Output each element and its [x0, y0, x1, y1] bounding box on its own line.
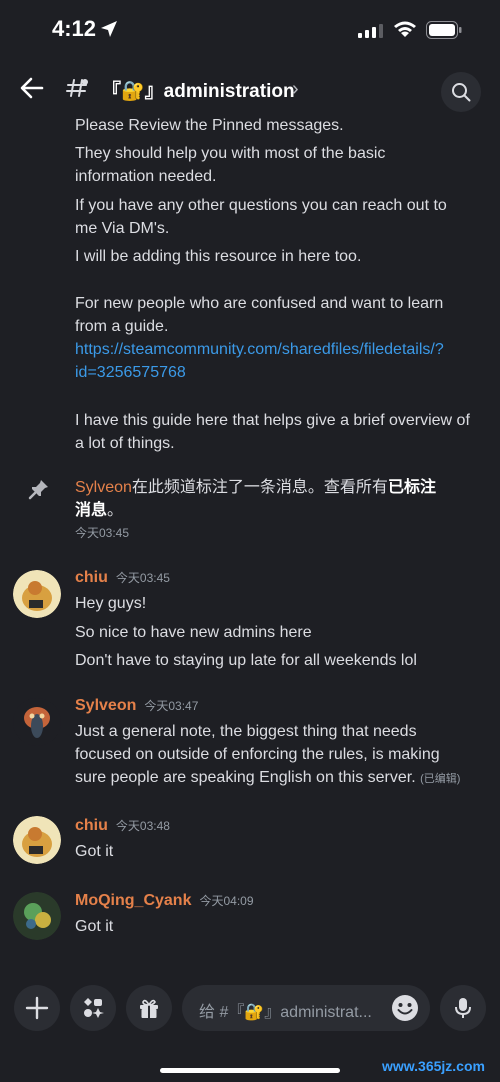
wifi-icon — [394, 21, 416, 37]
message-input[interactable]: 给 #『🔐』administrat... — [182, 985, 430, 1031]
message-line: Please Review the Pinned messages. — [75, 117, 344, 134]
emoji-icon[interactable] — [390, 993, 420, 1023]
avatar[interactable] — [13, 816, 61, 864]
message-line: Hey guys! — [75, 595, 147, 612]
pinned-messages-link[interactable]: 已标注 — [388, 479, 436, 496]
message-line: They should help you with most of the ba… — [75, 145, 386, 162]
avatar[interactable] — [13, 570, 61, 618]
guide-link[interactable]: https://steamcommunity.com/sharedfiles/f… — [75, 338, 490, 361]
message-line: Got it — [75, 918, 114, 935]
message-line: I have this guide here that helps give a… — [75, 412, 470, 429]
message-line: information needed. — [75, 168, 217, 185]
add-attachment-button[interactable] — [14, 985, 60, 1031]
microphone-icon — [455, 998, 471, 1018]
avatar[interactable] — [13, 698, 61, 746]
location-arrow-icon — [101, 21, 117, 37]
message-author[interactable]: chiu 今天03:48 — [75, 817, 170, 835]
edited-label: (已编辑) — [420, 773, 461, 785]
apps-button[interactable] — [70, 985, 116, 1031]
status-bar: 4:12 — [0, 0, 500, 60]
search-button[interactable] — [441, 72, 481, 112]
message-line: For new people who are confused and want… — [75, 295, 444, 312]
message-line: So nice to have new admins here — [75, 624, 312, 641]
back-arrow-icon[interactable] — [18, 74, 46, 102]
avatar[interactable] — [13, 892, 61, 940]
voice-message-button[interactable] — [440, 985, 486, 1031]
watermark: www.365jz.com — [382, 1058, 485, 1074]
message-line: a lot of things. — [75, 435, 175, 452]
channel-hash-icon — [66, 79, 88, 97]
home-indicator — [160, 1068, 340, 1073]
message-line: from a guide. — [75, 318, 169, 335]
pinned-notice: Sylveon在此频道标注了一条消息。查看所有已标注消息。 今天03:45 — [75, 476, 485, 545]
search-icon — [452, 83, 471, 102]
message-time: 今天03:47 — [144, 699, 199, 713]
system-text-end: 。 — [107, 502, 124, 519]
message-time: 今天03:45 — [115, 571, 170, 585]
message-line: Just a general note, the biggest thing t… — [75, 723, 417, 740]
message-line: Don't have to staying up late for all we… — [75, 652, 417, 669]
channel-name[interactable]: 『🔐』administration — [102, 76, 295, 103]
system-username[interactable]: Sylveon — [75, 479, 132, 496]
message-time: 今天04:09 — [199, 894, 254, 908]
apps-icon — [84, 998, 104, 1018]
gift-icon — [140, 999, 158, 1018]
system-text: 在此频道标注了一条消息。查看所有 — [131, 479, 388, 496]
gift-button[interactable] — [126, 985, 172, 1031]
message-time: 今天03:48 — [115, 819, 170, 833]
message-line: sure people are speaking English on this… — [75, 769, 461, 786]
message-author[interactable]: chiu 今天03:45 — [75, 569, 170, 587]
battery-icon — [426, 21, 462, 39]
pinned-messages-link-cont[interactable]: 消息 — [75, 502, 107, 519]
message-list[interactable]: Please Review the Pinned messages. They … — [0, 110, 500, 980]
signal-icon — [358, 24, 383, 38]
message-line: Got it — [75, 843, 114, 860]
message-author[interactable]: Sylveon 今天03:47 — [75, 697, 198, 715]
plus-icon — [25, 996, 49, 1020]
message-author[interactable]: MoQing_Cyank 今天04:09 — [75, 892, 254, 910]
guide-link-cont[interactable]: id=3256575768 — [75, 361, 490, 384]
message-line: me Via DM's. — [75, 220, 170, 237]
chevron-right-icon[interactable]: › — [292, 78, 299, 101]
system-timestamp: 今天03:45 — [75, 526, 130, 540]
message-line: If you have any other questions you can … — [75, 197, 447, 214]
message-input-placeholder: 给 #『🔐』administrat... — [199, 1004, 372, 1021]
channel-header: 『🔐』administration › — [0, 60, 500, 115]
status-time: 4:12 — [52, 16, 97, 41]
message-line: focused on outside of enforcing the rule… — [75, 746, 440, 763]
pin-icon — [28, 480, 48, 500]
message-line: I will be adding this resource in here t… — [75, 248, 362, 265]
